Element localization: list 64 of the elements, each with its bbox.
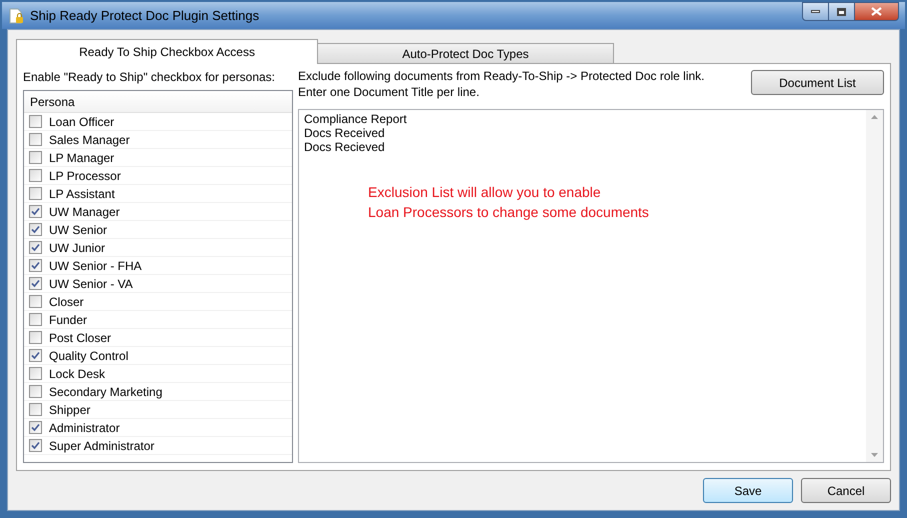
personas-caption: Enable "Ready to Ship" checkbox for personas: [23, 70, 276, 86]
instruction-text: Enter one Document Title per line. [298, 84, 480, 100]
persona-label: Super Administrator [49, 438, 154, 454]
persona-label: LP Processor [49, 168, 121, 184]
checkbox[interactable] [29, 403, 42, 416]
checkbox[interactable] [29, 385, 42, 398]
checkbox[interactable] [29, 421, 42, 434]
dialog-button[interactable]: Cancel [801, 478, 891, 503]
checkbox[interactable] [29, 151, 42, 164]
checkbox[interactable] [29, 205, 42, 218]
checkbox[interactable] [29, 367, 42, 380]
checkbox[interactable] [29, 313, 42, 326]
maximize-button[interactable] [829, 2, 855, 21]
checkmark-icon [31, 351, 40, 360]
persona-label: LP Assistant [49, 186, 115, 202]
window-title: Ship Ready Protect Doc Plugin Settings [30, 6, 260, 25]
document-title: Docs Received [304, 126, 385, 140]
persona-label: UW Senior - FHA [49, 258, 142, 274]
checkbox[interactable] [29, 223, 42, 236]
note-text: Exclusion List will allow you to enable [368, 183, 602, 202]
persona-label: Loan Officer [49, 114, 114, 130]
persona-label: Secondary Marketing [49, 384, 162, 400]
note-text: Loan Processors to change some documents [368, 203, 649, 222]
persona-label: Post Closer [49, 330, 112, 346]
document-lock-icon [8, 8, 24, 24]
persona-label: UW Junior [49, 240, 106, 256]
persona-label: Quality Control [49, 348, 128, 364]
persona-label: LP Manager [49, 150, 114, 166]
checkbox[interactable] [29, 439, 42, 452]
tab[interactable]: Ready To Ship Checkbox Access [16, 39, 318, 64]
checkbox[interactable] [29, 169, 42, 182]
tab[interactable]: Auto-Protect Doc Types [317, 43, 614, 63]
persona-label: Closer [49, 294, 84, 310]
checkbox[interactable] [29, 331, 42, 344]
persona-label: Shipper [49, 402, 90, 418]
minimize-button[interactable] [802, 2, 829, 21]
maximize-icon [837, 8, 846, 16]
scrollbar[interactable] [866, 110, 883, 462]
persona-label: UW Senior [49, 222, 108, 238]
persona-label: UW Senior - VA [49, 276, 133, 292]
persona-label: Sales Manager [49, 132, 130, 148]
persona-label: Funder [49, 312, 88, 328]
checkbox[interactable] [29, 277, 42, 290]
checkbox[interactable] [29, 295, 42, 308]
checkbox[interactable] [29, 241, 42, 254]
document-title: Compliance Report [304, 112, 407, 126]
scroll-down-icon[interactable] [871, 453, 878, 457]
checkbox[interactable] [29, 115, 42, 128]
persona-label: UW Manager [49, 204, 120, 220]
close-icon [871, 7, 882, 16]
persona-label: Lock Desk [49, 366, 106, 382]
close-button[interactable] [855, 2, 899, 21]
checkbox[interactable] [29, 133, 42, 146]
instruction-text: Exclude following documents from Ready-To-Ship -> Protected Doc role link. [298, 68, 705, 84]
scroll-up-icon[interactable] [871, 115, 878, 119]
persona-label: Administrator [49, 420, 120, 436]
dialog-button[interactable]: Save [703, 478, 793, 503]
document-list-field[interactable]: Compliance Report Docs Received Docs Recieved Exclusion List will allow you to enable Loan Processors to change some documents [298, 109, 884, 463]
checkbox[interactable] [29, 259, 42, 272]
document-list-button[interactable]: Document List [751, 70, 884, 95]
checkbox[interactable] [29, 187, 42, 200]
checkbox[interactable] [29, 349, 42, 362]
minimize-icon [811, 10, 820, 13]
document-title: Docs Recieved [304, 140, 385, 154]
